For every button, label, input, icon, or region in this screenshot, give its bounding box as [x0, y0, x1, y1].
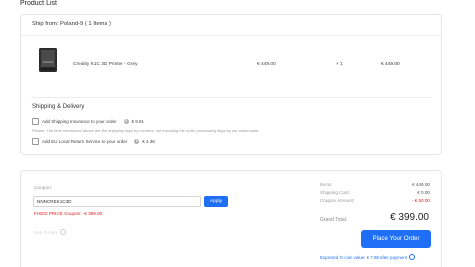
- summary-shipping: Shipping Cost: € 0.00: [320, 190, 430, 195]
- shipping-insurance-checkbox[interactable]: [32, 118, 39, 125]
- shipping-insurance-price: € 9.91: [131, 119, 145, 124]
- product-name[interactable]: Creality K1C 3D Printer - Grey: [73, 62, 138, 67]
- product-quantity: × 1: [336, 62, 343, 67]
- checkout-card: Coupon: Apply FIXED PRICE Coupon: -€ 399…: [20, 170, 442, 267]
- gcoin-icon: €: [134, 139, 140, 144]
- ship-from-label: Ship from: Poland-9 ( 1 Items ): [32, 21, 111, 27]
- coupon-input[interactable]: [33, 196, 201, 207]
- coupon-applied-text: FIXED PRICE Coupon: -€ 399.00: [34, 211, 103, 216]
- apply-button[interactable]: Apply: [204, 196, 228, 207]
- eu-return-option[interactable]: Add EU Local Return Service to your orde…: [32, 138, 155, 145]
- eu-return-label: Add EU Local Return Service to your orde…: [42, 139, 128, 144]
- help-icon: [59, 229, 66, 235]
- page-title: Product List: [20, 0, 57, 7]
- gcoin-toggle[interactable]: Use G-coin: [34, 229, 66, 235]
- gcoin-toggle-label: Use G-coin: [34, 229, 57, 235]
- place-order-button[interactable]: Place Your Order: [361, 230, 431, 248]
- gcoin-estimate-text: Expected G-coin value: € 7.98 after paym…: [320, 254, 407, 260]
- shipping-note: Please: The time mentioned above are the…: [32, 128, 260, 133]
- printer-thumbnail[interactable]: [37, 47, 59, 73]
- product-price: € 449.00: [257, 62, 276, 67]
- summary-shipping-label: Shipping Cost:: [320, 190, 350, 195]
- shipment-card: Ship from: Poland-9 ( 1 Items ) Creality…: [20, 14, 442, 155]
- summary-items-value: € 449.00: [412, 182, 430, 187]
- eu-return-checkbox[interactable]: [32, 138, 39, 145]
- summary-items: Items: € 449.00: [320, 182, 430, 187]
- grand-total-value: € 399.00: [390, 212, 429, 223]
- product-total: € 449.00: [381, 62, 400, 67]
- grand-total-label: Grand Total:: [320, 217, 348, 223]
- ship-from-header: Ship from: Poland-9 ( 1 Items ): [21, 15, 441, 36]
- shipping-insurance-label: Add Shipping Insurance to your order: [42, 119, 117, 124]
- summary-coupon-value: - € 50.00: [411, 198, 430, 203]
- summary-items-label: Items:: [320, 182, 333, 187]
- shipping-insurance-option[interactable]: Add Shipping Insurance to your order € €…: [32, 118, 144, 125]
- help-icon[interactable]: [408, 254, 415, 260]
- eu-return-price: € 4.38: [142, 139, 155, 144]
- gcoin-icon: €: [123, 119, 129, 124]
- gcoin-estimate: Expected G-coin value: € 7.98 after paym…: [320, 254, 415, 260]
- coupon-label: Coupon:: [34, 186, 53, 191]
- divider: [31, 97, 431, 98]
- summary-shipping-value: € 0.00: [417, 190, 430, 195]
- summary-coupon-label: Coupon Amount:: [320, 198, 355, 203]
- shipping-delivery-title: Shipping & Delivery: [32, 104, 85, 110]
- summary-coupon: Coupon Amount: - € 50.00: [320, 198, 430, 203]
